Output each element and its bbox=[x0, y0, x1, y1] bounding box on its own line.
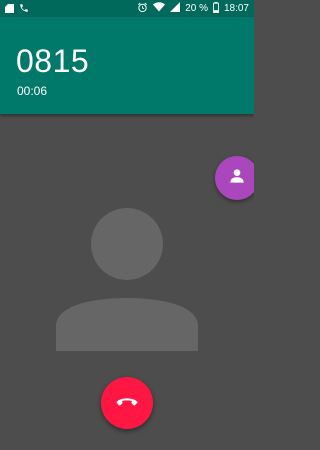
end-call-button[interactable] bbox=[101, 377, 153, 429]
signal-icon bbox=[170, 2, 181, 15]
call-end-icon bbox=[116, 394, 138, 412]
sim-icon bbox=[5, 3, 14, 16]
battery-icon bbox=[213, 1, 219, 16]
wifi-icon bbox=[153, 2, 166, 15]
avatar-head bbox=[91, 208, 163, 280]
call-header: 0815 00:06 bbox=[0, 17, 254, 114]
contact-avatar-placeholder bbox=[56, 208, 198, 351]
battery-percentage: 20 % bbox=[185, 3, 208, 14]
in-call-screen: 20 % 18:07 0815 00:06 bbox=[0, 0, 254, 450]
person-icon bbox=[227, 166, 247, 191]
caller-number: 0815 bbox=[16, 43, 90, 79]
status-left-icons bbox=[5, 3, 29, 16]
status-bar: 20 % 18:07 bbox=[0, 0, 254, 17]
status-time: 18:07 bbox=[223, 3, 249, 14]
alarm-icon bbox=[137, 2, 148, 16]
status-right-icons: 20 % 18:07 bbox=[137, 1, 249, 16]
avatar-body bbox=[56, 298, 198, 351]
contact-button[interactable] bbox=[215, 156, 254, 200]
call-status-icon bbox=[19, 3, 29, 16]
call-duration: 00:06 bbox=[17, 84, 48, 98]
